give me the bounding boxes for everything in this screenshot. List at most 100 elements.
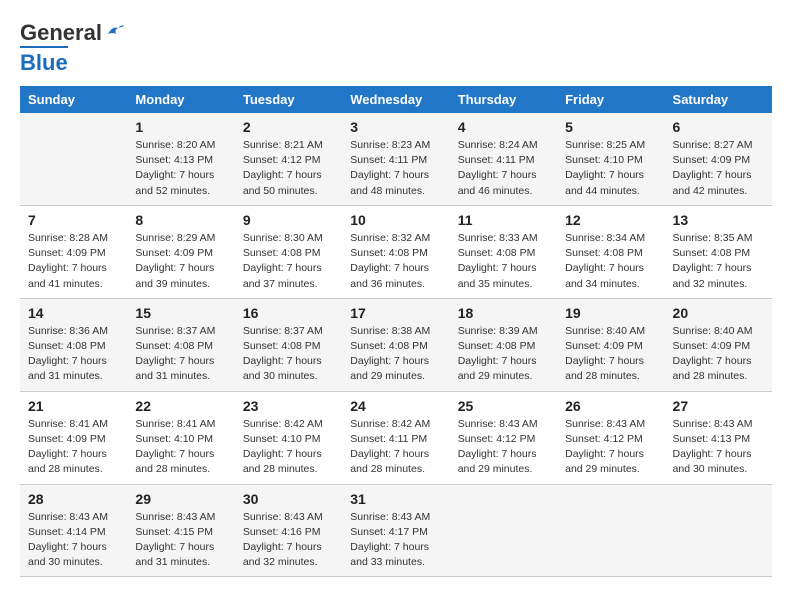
day-number: 23 [243, 398, 334, 414]
day-info: Sunrise: 8:28 AMSunset: 4:09 PMDaylight:… [28, 231, 119, 292]
day-number: 2 [243, 119, 334, 135]
calendar-cell: 22 Sunrise: 8:41 AMSunset: 4:10 PMDayligh… [127, 391, 234, 484]
day-number: 28 [28, 491, 119, 507]
column-header-wednesday: Wednesday [342, 86, 449, 113]
logo-general-text: General [20, 20, 102, 46]
day-number: 30 [243, 491, 334, 507]
column-header-thursday: Thursday [450, 86, 557, 113]
day-number: 9 [243, 212, 334, 228]
calendar-cell: 31 Sunrise: 8:43 AMSunset: 4:17 PMDayligh… [342, 484, 449, 577]
day-info: Sunrise: 8:40 AMSunset: 4:09 PMDaylight:… [673, 324, 764, 385]
calendar-cell: 7 Sunrise: 8:28 AMSunset: 4:09 PMDaylight… [20, 205, 127, 298]
day-info: Sunrise: 8:37 AMSunset: 4:08 PMDaylight:… [243, 324, 334, 385]
calendar-cell: 25Sunrise: 8:43 AMSunset: 4:12 PMDayligh… [450, 391, 557, 484]
day-number: 10 [350, 212, 441, 228]
day-number: 8 [135, 212, 226, 228]
day-info: Sunrise: 8:20 AMSunset: 4:13 PMDaylight:… [135, 138, 226, 199]
calendar-cell: 23 Sunrise: 8:42 AMSunset: 4:10 PMDayligh… [235, 391, 342, 484]
day-number: 6 [673, 119, 764, 135]
day-number: 1 [135, 119, 226, 135]
day-number: 16 [243, 305, 334, 321]
day-info: Sunrise: 8:42 AMSunset: 4:10 PMDaylight:… [243, 417, 334, 478]
calendar-cell: 9 Sunrise: 8:30 AMSunset: 4:08 PMDaylight… [235, 205, 342, 298]
day-number: 21 [28, 398, 119, 414]
day-info: Sunrise: 8:27 AMSunset: 4:09 PMDaylight:… [673, 138, 764, 199]
column-header-tuesday: Tuesday [235, 86, 342, 113]
day-info: Sunrise: 8:30 AMSunset: 4:08 PMDaylight:… [243, 231, 334, 292]
calendar-cell: 21 Sunrise: 8:41 AMSunset: 4:09 PMDayligh… [20, 391, 127, 484]
calendar-cell: 15Sunrise: 8:37 AMSunset: 4:08 PMDayligh… [127, 298, 234, 391]
calendar-week-3: 14 Sunrise: 8:36 AMSunset: 4:08 PMDayligh… [20, 298, 772, 391]
column-header-saturday: Saturday [665, 86, 772, 113]
calendar-table: SundayMondayTuesdayWednesdayThursdayFrid… [20, 86, 772, 577]
calendar-cell: 30 Sunrise: 8:43 AMSunset: 4:16 PMDayligh… [235, 484, 342, 577]
day-info: Sunrise: 8:34 AMSunset: 4:08 PMDaylight:… [565, 231, 656, 292]
calendar-cell: 12 Sunrise: 8:34 AMSunset: 4:08 PMDayligh… [557, 205, 664, 298]
day-info: Sunrise: 8:33 AMSunset: 4:08 PMDaylight:… [458, 231, 549, 292]
calendar-cell [665, 484, 772, 577]
calendar-cell: 3Sunrise: 8:23 AMSunset: 4:11 PMDaylight… [342, 113, 449, 205]
day-number: 18 [458, 305, 549, 321]
calendar-cell: 29Sunrise: 8:43 AMSunset: 4:15 PMDayligh… [127, 484, 234, 577]
day-number: 29 [135, 491, 226, 507]
day-number: 22 [135, 398, 226, 414]
calendar-cell: 6 Sunrise: 8:27 AMSunset: 4:09 PMDaylight… [665, 113, 772, 205]
calendar-cell: 13 Sunrise: 8:35 AMSunset: 4:08 PMDayligh… [665, 205, 772, 298]
column-header-friday: Friday [557, 86, 664, 113]
calendar-cell: 5Sunrise: 8:25 AMSunset: 4:10 PMDaylight… [557, 113, 664, 205]
day-info: Sunrise: 8:43 AMSunset: 4:12 PMDaylight:… [565, 417, 656, 478]
day-number: 14 [28, 305, 119, 321]
calendar-cell [450, 484, 557, 577]
day-number: 26 [565, 398, 656, 414]
day-info: Sunrise: 8:43 AMSunset: 4:14 PMDaylight:… [28, 510, 119, 571]
day-info: Sunrise: 8:21 AMSunset: 4:12 PMDaylight:… [243, 138, 334, 199]
day-number: 27 [673, 398, 764, 414]
day-info: Sunrise: 8:37 AMSunset: 4:08 PMDaylight:… [135, 324, 226, 385]
day-info: Sunrise: 8:38 AMSunset: 4:08 PMDaylight:… [350, 324, 441, 385]
calendar-cell: 26 Sunrise: 8:43 AMSunset: 4:12 PMDayligh… [557, 391, 664, 484]
calendar-cell: 1 Sunrise: 8:20 AMSunset: 4:13 PMDaylight… [127, 113, 234, 205]
day-info: Sunrise: 8:43 AMSunset: 4:16 PMDaylight:… [243, 510, 334, 571]
day-info: Sunrise: 8:43 AMSunset: 4:17 PMDaylight:… [350, 510, 441, 571]
logo-bird-icon [104, 20, 126, 42]
day-info: Sunrise: 8:41 AMSunset: 4:09 PMDaylight:… [28, 417, 119, 478]
calendar-cell: 20Sunrise: 8:40 AMSunset: 4:09 PMDayligh… [665, 298, 772, 391]
day-info: Sunrise: 8:41 AMSunset: 4:10 PMDaylight:… [135, 417, 226, 478]
day-info: Sunrise: 8:24 AMSunset: 4:11 PMDaylight:… [458, 138, 549, 199]
day-info: Sunrise: 8:23 AMSunset: 4:11 PMDaylight:… [350, 138, 441, 199]
page-header: General Blue [20, 20, 772, 76]
column-header-monday: Monday [127, 86, 234, 113]
day-info: Sunrise: 8:29 AMSunset: 4:09 PMDaylight:… [135, 231, 226, 292]
calendar-cell: 11 Sunrise: 8:33 AMSunset: 4:08 PMDayligh… [450, 205, 557, 298]
day-number: 4 [458, 119, 549, 135]
day-number: 13 [673, 212, 764, 228]
calendar-week-4: 21 Sunrise: 8:41 AMSunset: 4:09 PMDayligh… [20, 391, 772, 484]
calendar-cell [20, 113, 127, 205]
calendar-cell: 19Sunrise: 8:40 AMSunset: 4:09 PMDayligh… [557, 298, 664, 391]
day-number: 11 [458, 212, 549, 228]
day-number: 25 [458, 398, 549, 414]
day-number: 24 [350, 398, 441, 414]
calendar-cell: 10 Sunrise: 8:32 AMSunset: 4:08 PMDayligh… [342, 205, 449, 298]
day-info: Sunrise: 8:25 AMSunset: 4:10 PMDaylight:… [565, 138, 656, 199]
day-info: Sunrise: 8:35 AMSunset: 4:08 PMDaylight:… [673, 231, 764, 292]
calendar-cell [557, 484, 664, 577]
day-info: Sunrise: 8:36 AMSunset: 4:08 PMDaylight:… [28, 324, 119, 385]
calendar-cell: 24 Sunrise: 8:42 AMSunset: 4:11 PMDayligh… [342, 391, 449, 484]
calendar-cell: 8 Sunrise: 8:29 AMSunset: 4:09 PMDaylight… [127, 205, 234, 298]
logo: General Blue [20, 20, 126, 76]
day-number: 12 [565, 212, 656, 228]
day-info: Sunrise: 8:32 AMSunset: 4:08 PMDaylight:… [350, 231, 441, 292]
day-info: Sunrise: 8:39 AMSunset: 4:08 PMDaylight:… [458, 324, 549, 385]
day-info: Sunrise: 8:40 AMSunset: 4:09 PMDaylight:… [565, 324, 656, 385]
day-number: 31 [350, 491, 441, 507]
day-number: 7 [28, 212, 119, 228]
calendar-cell: 28 Sunrise: 8:43 AMSunset: 4:14 PMDayligh… [20, 484, 127, 577]
day-info: Sunrise: 8:43 AMSunset: 4:13 PMDaylight:… [673, 417, 764, 478]
day-info: Sunrise: 8:42 AMSunset: 4:11 PMDaylight:… [350, 417, 441, 478]
calendar-week-2: 7 Sunrise: 8:28 AMSunset: 4:09 PMDaylight… [20, 205, 772, 298]
day-number: 17 [350, 305, 441, 321]
column-header-sunday: Sunday [20, 86, 127, 113]
calendar-cell: 4 Sunrise: 8:24 AMSunset: 4:11 PMDaylight… [450, 113, 557, 205]
calendar-cell: 2 Sunrise: 8:21 AMSunset: 4:12 PMDaylight… [235, 113, 342, 205]
